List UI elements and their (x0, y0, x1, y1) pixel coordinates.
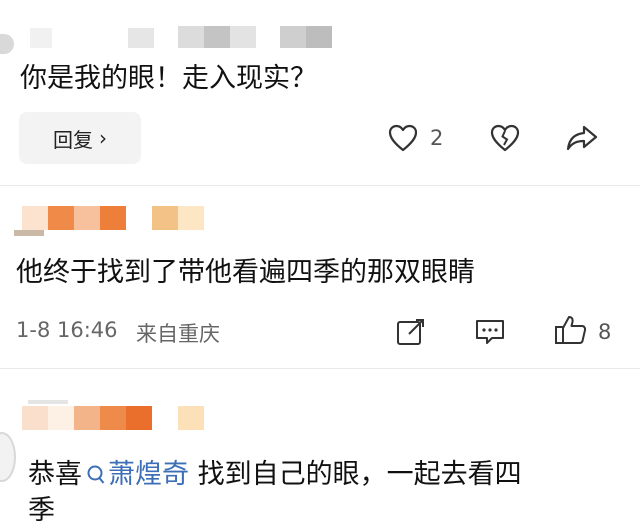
comment-location: 来自重庆 (136, 322, 220, 346)
reply-button[interactable]: 回复 › (19, 112, 141, 164)
divider (0, 368, 640, 369)
mention-link[interactable]: 萧煌奇 (82, 459, 189, 490)
comment-timestamp: 1-8 16:46 (16, 318, 118, 342)
search-icon (86, 461, 106, 495)
mention-name: 萧煌奇 (108, 459, 189, 490)
comment-text: 找到自己的眼，一起去看四 (189, 459, 522, 490)
comment-text-line1: 恭喜 萧煌奇 找到自己的眼，一起去看四 (28, 458, 522, 495)
like-count: 8 (598, 320, 612, 344)
share-icon[interactable] (566, 124, 598, 152)
username-blurred-3 (0, 386, 220, 440)
comment-prefix: 恭喜 (28, 459, 82, 490)
like-count: 2 (430, 126, 444, 150)
reply-label: 回复 (53, 127, 93, 152)
heart-icon[interactable] (388, 124, 418, 152)
thumbs-up-icon[interactable] (554, 314, 588, 346)
comment-text-line2: 季 (28, 495, 55, 526)
share-edit-icon[interactable] (396, 318, 426, 346)
comment-icon[interactable] (474, 318, 506, 346)
divider (0, 185, 640, 186)
chevron-right-icon: › (99, 126, 107, 150)
broken-heart-icon[interactable] (490, 124, 520, 152)
comment-text: 他终于找到了带他看遍四季的那双眼睛 (16, 257, 475, 288)
username-blurred-1 (0, 20, 360, 54)
comment-text: 你是我的眼！走入现实？ (20, 63, 317, 94)
username-blurred-2 (0, 200, 220, 240)
